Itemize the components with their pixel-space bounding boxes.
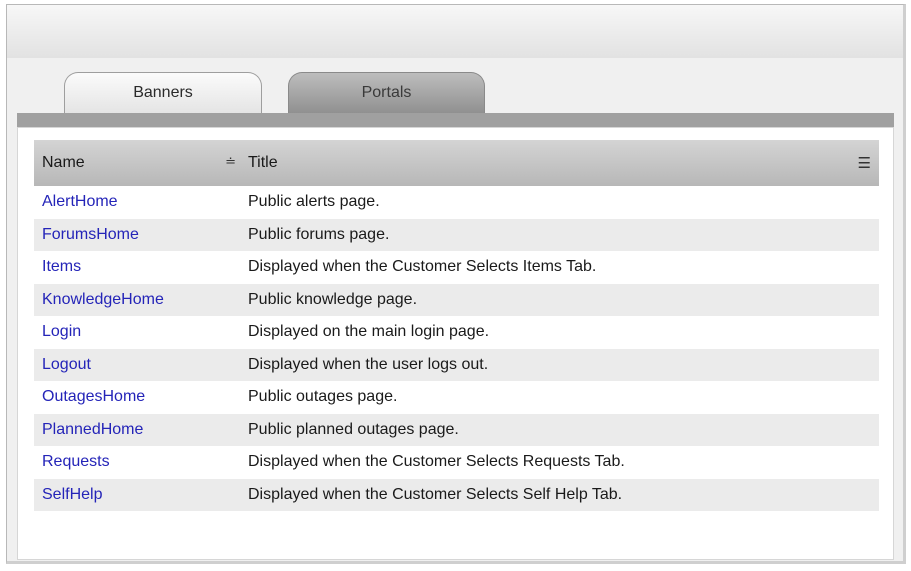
row-title: Displayed when the user logs out.	[248, 355, 489, 373]
sort-ascending-icon[interactable]: ≐	[225, 154, 236, 170]
row-name-link[interactable]: SelfHelp	[42, 486, 102, 503]
row-name-link[interactable]: PlannedHome	[42, 421, 143, 438]
row-title: Public alerts page.	[248, 193, 380, 211]
title-header-label: Title	[248, 154, 278, 171]
column-menu-icon[interactable]: ☰	[858, 154, 871, 172]
top-bar	[7, 5, 903, 59]
table-row: Logout Displayed when the user logs out.	[34, 348, 879, 381]
table-row: SelfHelp Displayed when the Customer Sele…	[34, 478, 879, 511]
table-row: Items Displayed when the Customer Selects…	[34, 251, 879, 284]
table-row: Login Displayed on the main login page.	[34, 316, 879, 349]
table-row: ForumsHome Public forums page.	[34, 218, 879, 251]
row-title: Displayed when the Customer Selects Item…	[248, 258, 597, 276]
row-title: Public forums page.	[248, 225, 390, 243]
tab-strip	[17, 113, 894, 127]
banners-table: Name ≐ Title ☰ AlertHome Public alerts pa…	[34, 140, 879, 511]
title-column-header[interactable]: Title ☰	[240, 140, 879, 186]
tab-banners[interactable]: Banners	[64, 72, 262, 114]
row-name-link[interactable]: Login	[42, 323, 81, 340]
row-title: Displayed on the main login page.	[248, 323, 490, 341]
tab-portals[interactable]: Portals	[288, 72, 485, 114]
row-title: Displayed when the Customer Selects Self…	[248, 485, 623, 503]
row-name-link[interactable]: Items	[42, 258, 81, 275]
content-panel: Name ≐ Title ☰ AlertHome Public alerts pa…	[17, 127, 894, 560]
window-frame: Banners Portals Name ≐ Title ☰ AlertHome…	[6, 4, 906, 564]
table-row: Requests Displayed when the Customer Sele…	[34, 446, 879, 479]
row-name-link[interactable]: ForumsHome	[42, 226, 139, 243]
row-name-link[interactable]: KnowledgeHome	[42, 291, 164, 308]
name-column-header[interactable]: Name ≐	[34, 140, 240, 186]
name-header-label: Name	[42, 154, 85, 171]
table-header-row: Name ≐ Title ☰	[34, 140, 879, 186]
row-title: Public outages page.	[248, 388, 398, 406]
table-row: PlannedHome Public planned outages page.	[34, 413, 879, 446]
table-row: KnowledgeHome Public knowledge page.	[34, 283, 879, 316]
table-row: OutagesHome Public outages page.	[34, 381, 879, 414]
row-title: Public planned outages page.	[248, 420, 459, 438]
row-name-link[interactable]: AlertHome	[42, 193, 118, 210]
row-name-link[interactable]: Logout	[42, 356, 91, 373]
row-title: Displayed when the Customer Selects Requ…	[248, 453, 625, 471]
row-name-link[interactable]: Requests	[42, 453, 110, 470]
row-name-link[interactable]: OutagesHome	[42, 388, 145, 405]
row-title: Public knowledge page.	[248, 290, 418, 308]
table-row: AlertHome Public alerts page.	[34, 186, 879, 219]
